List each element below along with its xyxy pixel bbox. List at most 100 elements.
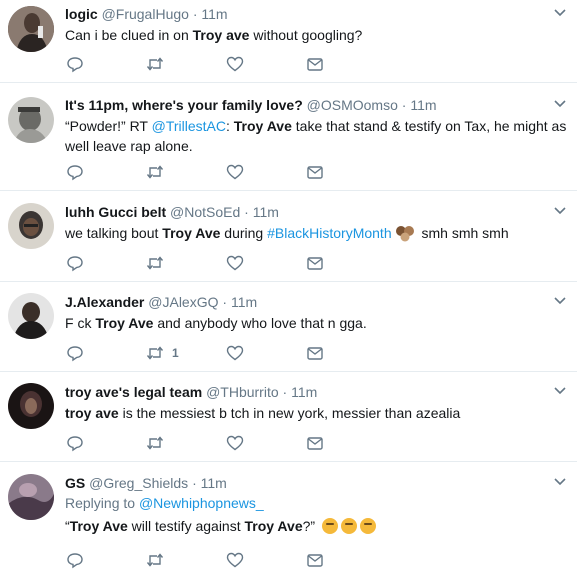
avatar[interactable]: [8, 203, 54, 249]
timestamp[interactable]: 11m: [410, 97, 436, 113]
reply-icon: [67, 346, 83, 362]
avatar[interactable]: [8, 474, 54, 520]
tweet[interactable]: It's 11pm, where's your family love? @OS…: [0, 83, 577, 191]
timestamp[interactable]: 11m: [201, 6, 227, 22]
tweet-actions: [0, 550, 577, 570]
reply-icon: [67, 57, 83, 73]
tweet[interactable]: J.Alexander @JAlexGQ · 11m F ck Troy Ave…: [0, 282, 577, 372]
tweet-feed: logic @FrugalHugo · 11m Can i be clued i…: [0, 0, 577, 584]
tweet-text: Can i be clued in on Troy ave without go…: [65, 27, 363, 43]
user-handle[interactable]: @Greg_Shields: [89, 475, 188, 491]
chevron-down-icon[interactable]: [553, 6, 567, 20]
retweet-button[interactable]: [146, 253, 172, 273]
direct-message-icon: [307, 257, 323, 270]
direct-message-button[interactable]: [306, 343, 324, 363]
chevron-down-icon[interactable]: [553, 97, 567, 111]
reply-icon: [67, 553, 83, 569]
user-handle[interactable]: @NotSoEd: [170, 204, 240, 220]
tweet[interactable]: troy ave's legal team @THburrito · 11m t…: [0, 372, 577, 462]
reply-button[interactable]: [66, 54, 84, 74]
like-button[interactable]: [226, 550, 244, 570]
like-button[interactable]: [226, 433, 244, 453]
thinking-face-emoji-icon: [359, 518, 376, 534]
user-handle[interactable]: @JAlexGQ: [148, 294, 218, 310]
tweet-actions: [0, 253, 577, 273]
like-icon: [226, 255, 244, 271]
like-button[interactable]: [226, 54, 244, 74]
tweet[interactable]: luhh Gucci belt @NotSoEd · 11m we talkin…: [0, 191, 577, 282]
reply-button[interactable]: [66, 343, 84, 363]
user-handle[interactable]: @THburrito: [206, 384, 279, 400]
thinking-face-emoji-icon: [321, 518, 338, 534]
hashtag-link[interactable]: #BlackHistoryMonth: [267, 225, 392, 241]
like-icon: [226, 164, 244, 180]
direct-message-icon: [307, 437, 323, 450]
mention-link[interactable]: @TrillestAC: [152, 118, 226, 134]
like-button[interactable]: [226, 343, 244, 363]
replying-to: Replying to @Newhiphopnews_: [65, 495, 264, 511]
reply-button[interactable]: [66, 550, 84, 570]
retweet-button[interactable]: 1: [146, 343, 179, 363]
direct-message-button[interactable]: [306, 54, 324, 74]
chevron-down-icon[interactable]: [553, 475, 567, 489]
direct-message-button[interactable]: [306, 253, 324, 273]
timestamp[interactable]: 11m: [201, 475, 227, 491]
retweet-icon: [146, 57, 164, 71]
direct-message-button[interactable]: [306, 162, 324, 182]
retweet-button[interactable]: [146, 550, 172, 570]
user-handle[interactable]: @FrugalHugo: [102, 6, 189, 22]
retweet-button[interactable]: [146, 433, 172, 453]
timestamp[interactable]: 11m: [231, 294, 257, 310]
retweet-button[interactable]: [146, 54, 172, 74]
tweet[interactable]: GS @Greg_Shields · 11m Replying to @Newh…: [0, 462, 577, 584]
display-name[interactable]: J.Alexander: [65, 294, 144, 310]
tweet-actions: [0, 54, 577, 74]
like-icon: [226, 552, 244, 568]
direct-message-button[interactable]: [306, 433, 324, 453]
display-name[interactable]: luhh Gucci belt: [65, 204, 166, 220]
reply-icon: [67, 256, 83, 272]
direct-message-icon: [307, 166, 323, 179]
tweet-actions: [0, 433, 577, 453]
retweet-icon: [146, 346, 164, 360]
timestamp[interactable]: 11m: [253, 204, 279, 220]
like-icon: [226, 345, 244, 361]
reply-button[interactable]: [66, 162, 84, 182]
direct-message-icon: [307, 58, 323, 71]
chevron-down-icon[interactable]: [553, 384, 567, 398]
thinking-face-emoji-icon: [340, 518, 357, 534]
avatar[interactable]: [8, 97, 54, 143]
retweet-button[interactable]: [146, 162, 172, 182]
tweet-text: “Powder!” RT @TrillestAC: Troy Ave take …: [65, 118, 567, 154]
retweet-icon: [146, 436, 164, 450]
display-name[interactable]: troy ave's legal team: [65, 384, 202, 400]
like-button[interactable]: [226, 253, 244, 273]
avatar[interactable]: [8, 293, 54, 339]
direct-message-button[interactable]: [306, 550, 324, 570]
tweet-text: troy ave is the messiest b tch in new yo…: [65, 405, 461, 421]
avatar[interactable]: [8, 6, 54, 52]
tweet-text: “Troy Ave will testify against Troy Ave?…: [65, 516, 577, 536]
tweet-text: F ck Troy Ave and anybody who love that …: [65, 315, 367, 331]
avatar[interactable]: [8, 383, 54, 429]
retweet-icon: [146, 256, 164, 270]
timestamp[interactable]: 11m: [291, 384, 317, 400]
display-name[interactable]: logic: [65, 6, 98, 22]
chevron-down-icon[interactable]: [553, 204, 567, 218]
tweet-actions: [0, 162, 577, 182]
display-name[interactable]: GS: [65, 475, 85, 491]
mention-link[interactable]: @Newhiphopnews_: [139, 495, 264, 511]
direct-message-icon: [307, 347, 323, 360]
like-icon: [226, 56, 244, 72]
like-icon: [226, 435, 244, 451]
reply-button[interactable]: [66, 433, 84, 453]
tweet[interactable]: logic @FrugalHugo · 11m Can i be clued i…: [0, 0, 577, 83]
reply-icon: [67, 165, 83, 181]
chevron-down-icon[interactable]: [553, 294, 567, 308]
reply-button[interactable]: [66, 253, 84, 273]
black-history-month-emoji-icon: [395, 226, 414, 242]
like-button[interactable]: [226, 162, 244, 182]
user-handle[interactable]: @OSMOomso: [307, 97, 398, 113]
display-name[interactable]: It's 11pm, where's your family love?: [65, 97, 303, 113]
direct-message-icon: [307, 554, 323, 567]
